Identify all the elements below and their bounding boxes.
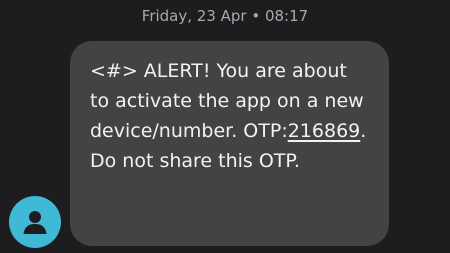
- person-icon: [23, 211, 47, 234]
- message-bubble[interactable]: <#> ALERT! You are about to activate the…: [70, 41, 389, 246]
- otp-link[interactable]: 216869: [288, 120, 361, 142]
- sender-avatar[interactable]: [9, 196, 61, 248]
- message-text: <#> ALERT! You are about to activate the…: [90, 56, 369, 176]
- message-timestamp: Friday, 23 Apr • 08:17: [141, 7, 309, 25]
